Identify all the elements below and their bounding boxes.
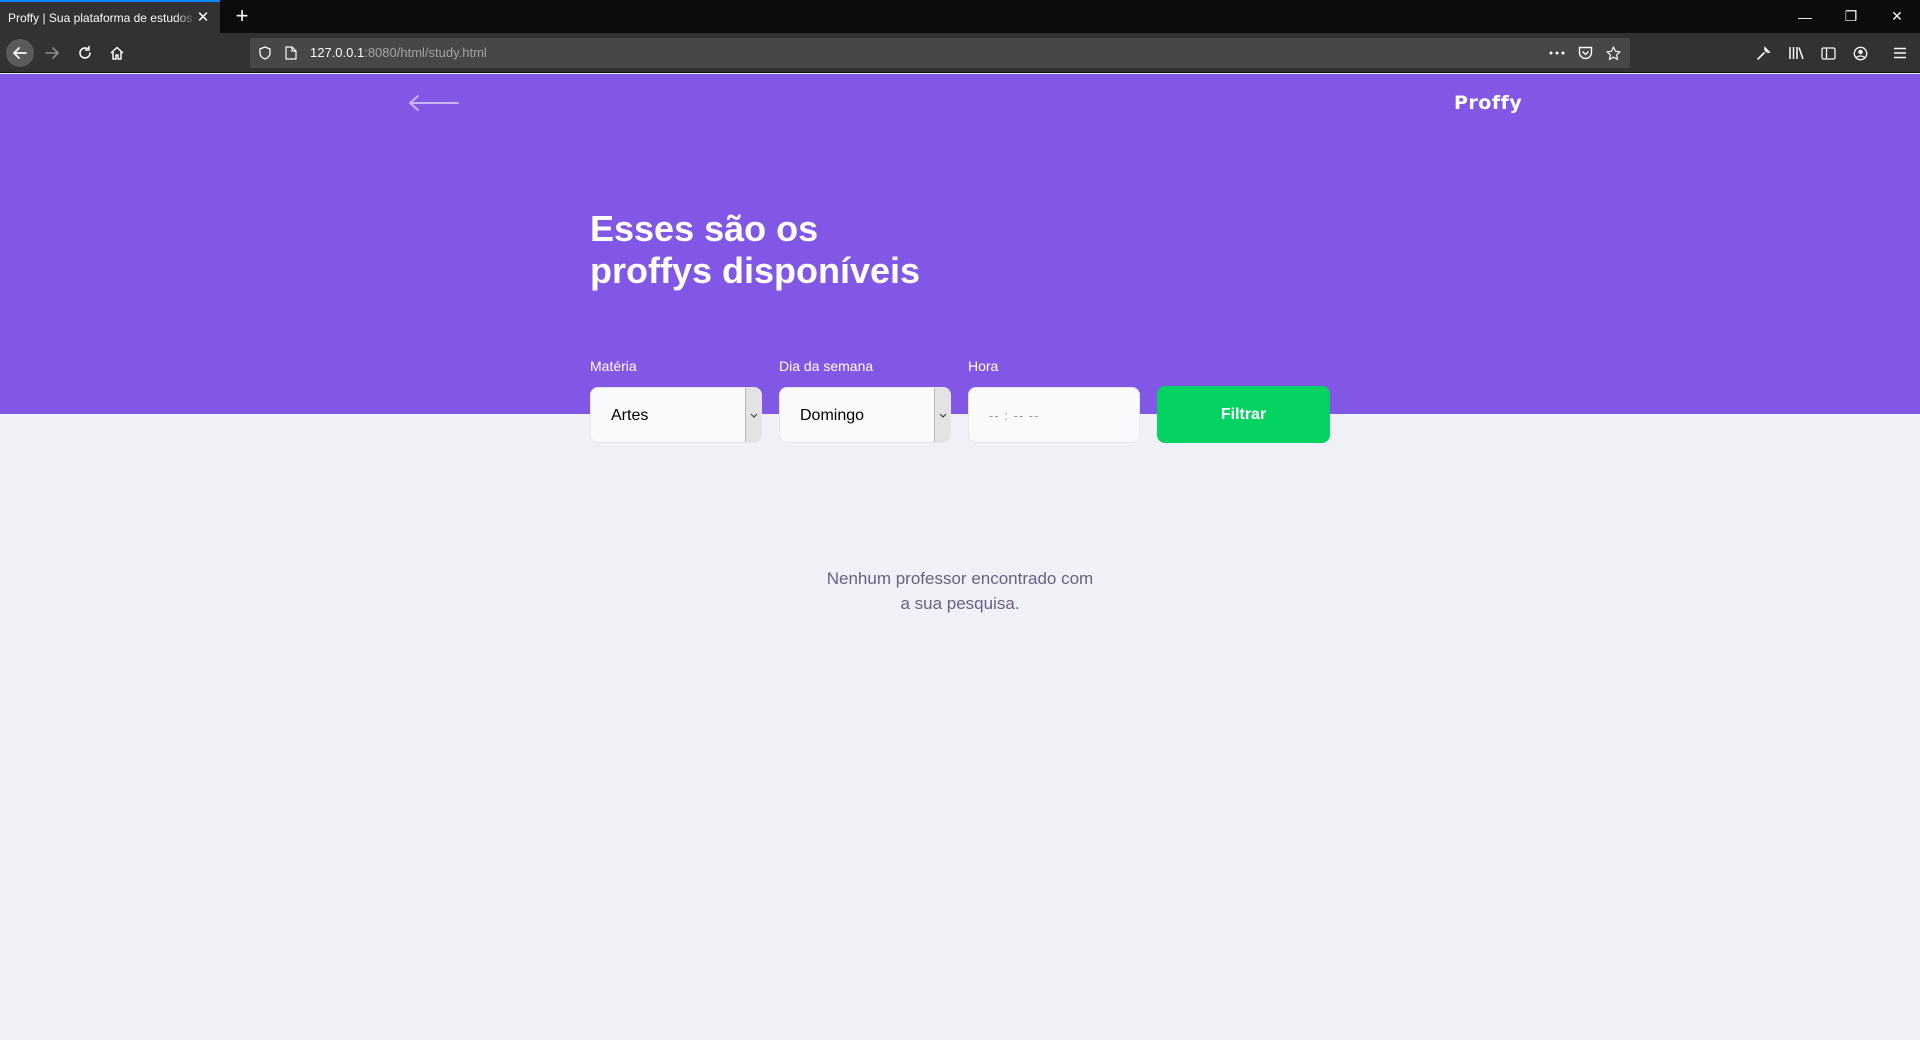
page-header: Proffy Esses são os proffys disponíveis … <box>0 74 1920 443</box>
account-icon[interactable] <box>1850 43 1870 63</box>
restore-button[interactable]: ❐ <box>1828 0 1874 33</box>
subject-select[interactable]: Artes <box>590 387 762 443</box>
empty-message-line-1: Nenhum professor encontrado com <box>826 569 1094 588</box>
chevron-down-icon[interactable] <box>934 388 950 442</box>
browser-toolbar: 127.0.0.1:8080/html/study.html <box>0 33 1920 73</box>
pocket-icon[interactable] <box>1576 44 1594 62</box>
weekday-label: Dia da semana <box>779 358 874 374</box>
more-icon[interactable] <box>1548 44 1566 62</box>
url-text: 127.0.0.1:8080/html/study.html <box>310 45 487 60</box>
close-window-button[interactable]: ✕ <box>1874 0 1920 33</box>
time-input-placeholder: -- : -- -- <box>989 408 1040 423</box>
title-line-2: proffys disponíveis <box>590 250 921 291</box>
title-line-1: Esses são os <box>590 208 819 249</box>
browser-tab-strip: Proffy | Sua plataforma de estudos onlin… <box>0 0 1920 33</box>
sidebar-icon[interactable] <box>1818 43 1838 63</box>
menu-icon[interactable] <box>1890 43 1910 63</box>
empty-results-message: Nenhum professor encontrado com a sua pe… <box>760 566 1160 616</box>
minimize-button[interactable]: — <box>1782 0 1828 33</box>
time-input[interactable]: -- : -- -- <box>968 387 1140 443</box>
wrench-icon[interactable] <box>1753 43 1773 63</box>
url-path: :8080/html/study.html <box>364 45 487 60</box>
url-host: 127.0.0.1 <box>310 45 365 60</box>
url-bar[interactable]: 127.0.0.1:8080/html/study.html <box>250 38 1630 68</box>
page-title: Esses são os proffys disponíveis <box>590 208 1010 292</box>
subject-label: Matéria <box>590 358 637 374</box>
library-icon[interactable] <box>1786 43 1806 63</box>
reload-icon[interactable] <box>71 39 99 67</box>
back-arrow-icon[interactable] <box>408 92 460 114</box>
time-label: Hora <box>968 358 999 374</box>
forward-icon[interactable] <box>38 39 66 67</box>
shield-icon[interactable] <box>256 44 274 62</box>
chevron-down-icon[interactable] <box>745 388 761 442</box>
page-viewport: Proffy Esses são os proffys disponíveis … <box>0 74 1920 1040</box>
tab-title: Proffy | Sua plataforma de estudos onlin… <box>8 10 198 25</box>
close-tab-icon[interactable]: ✕ <box>194 8 212 26</box>
filter-button[interactable]: Filtrar <box>1157 386 1330 443</box>
page-icon[interactable] <box>282 44 300 62</box>
proffy-logo: Proffy <box>1454 92 1523 114</box>
home-icon[interactable] <box>103 39 131 67</box>
weekday-select-value: Domingo <box>800 407 865 424</box>
subject-select-value: Artes <box>611 407 649 424</box>
empty-message-line-2: a sua pesquisa. <box>900 594 1020 613</box>
back-icon[interactable] <box>6 39 34 67</box>
weekday-select[interactable]: Domingo <box>779 387 951 443</box>
browser-tab[interactable]: Proffy | Sua plataforma de estudos onlin… <box>0 0 220 33</box>
new-tab-button[interactable]: + <box>232 3 252 29</box>
star-icon[interactable] <box>1604 44 1622 62</box>
